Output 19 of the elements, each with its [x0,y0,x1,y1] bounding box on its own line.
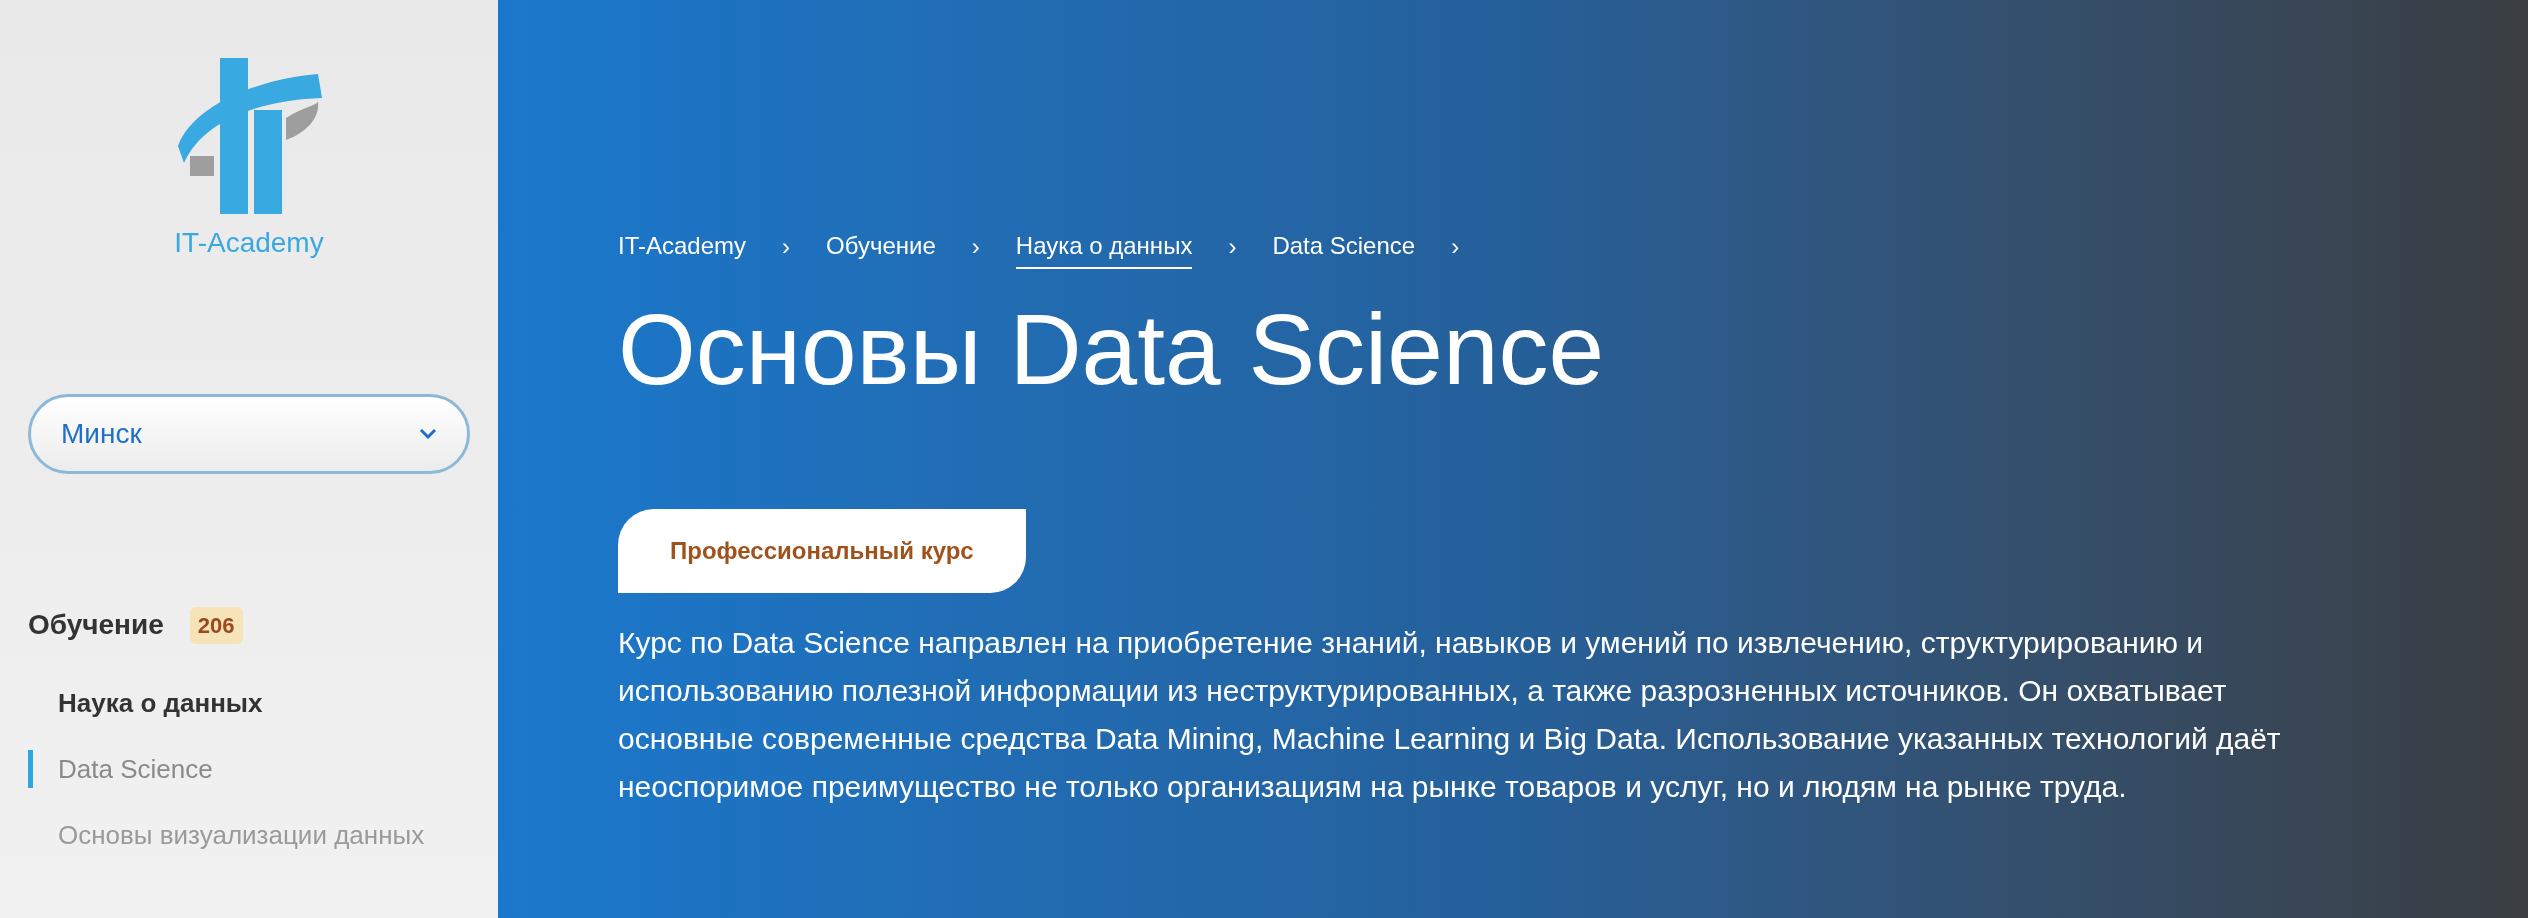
count-badge: 206 [189,606,243,644]
course-link[interactable]: Data Science [58,749,213,789]
breadcrumb-separator: › [971,232,980,262]
logo-text: IT-Academy [174,226,324,260]
breadcrumb-link[interactable]: Обучение [826,228,936,269]
breadcrumb-link[interactable]: Наука о данных [1015,228,1193,269]
breadcrumb-separator: › [782,232,791,262]
chevron-down-icon [419,428,437,440]
course-description: Курс по Data Science направлен на приобретение знаний, навыков и умений по извлечению, структурированию и использованию полезной информации из неструктурированных, а также разрозненных источников. Он охватывает основные современные средства Data Mining, Machine Learning и Big Data. Использование указанных технологий даёт неоспоримое преимущество не только организациям на рынке товаров и услуг, но и людям на рынке труда. [618,625,2282,805]
category-link[interactable]: Наука о данных [58,683,263,723]
breadcrumb-link[interactable]: Data Science [1272,228,1416,269]
active-indicator [28,750,33,788]
breadcrumb-separator: › [1451,232,1460,262]
breadcrumb-link[interactable]: IT-Academy [618,228,747,269]
city-select[interactable]: Минск [28,394,470,474]
section-title: Обучение [28,608,164,642]
breadcrumb-separator: › [1228,232,1237,262]
course-type-badge: Профессиональный курс [618,509,1026,593]
page-title: Основы Data Science [618,299,1606,399]
